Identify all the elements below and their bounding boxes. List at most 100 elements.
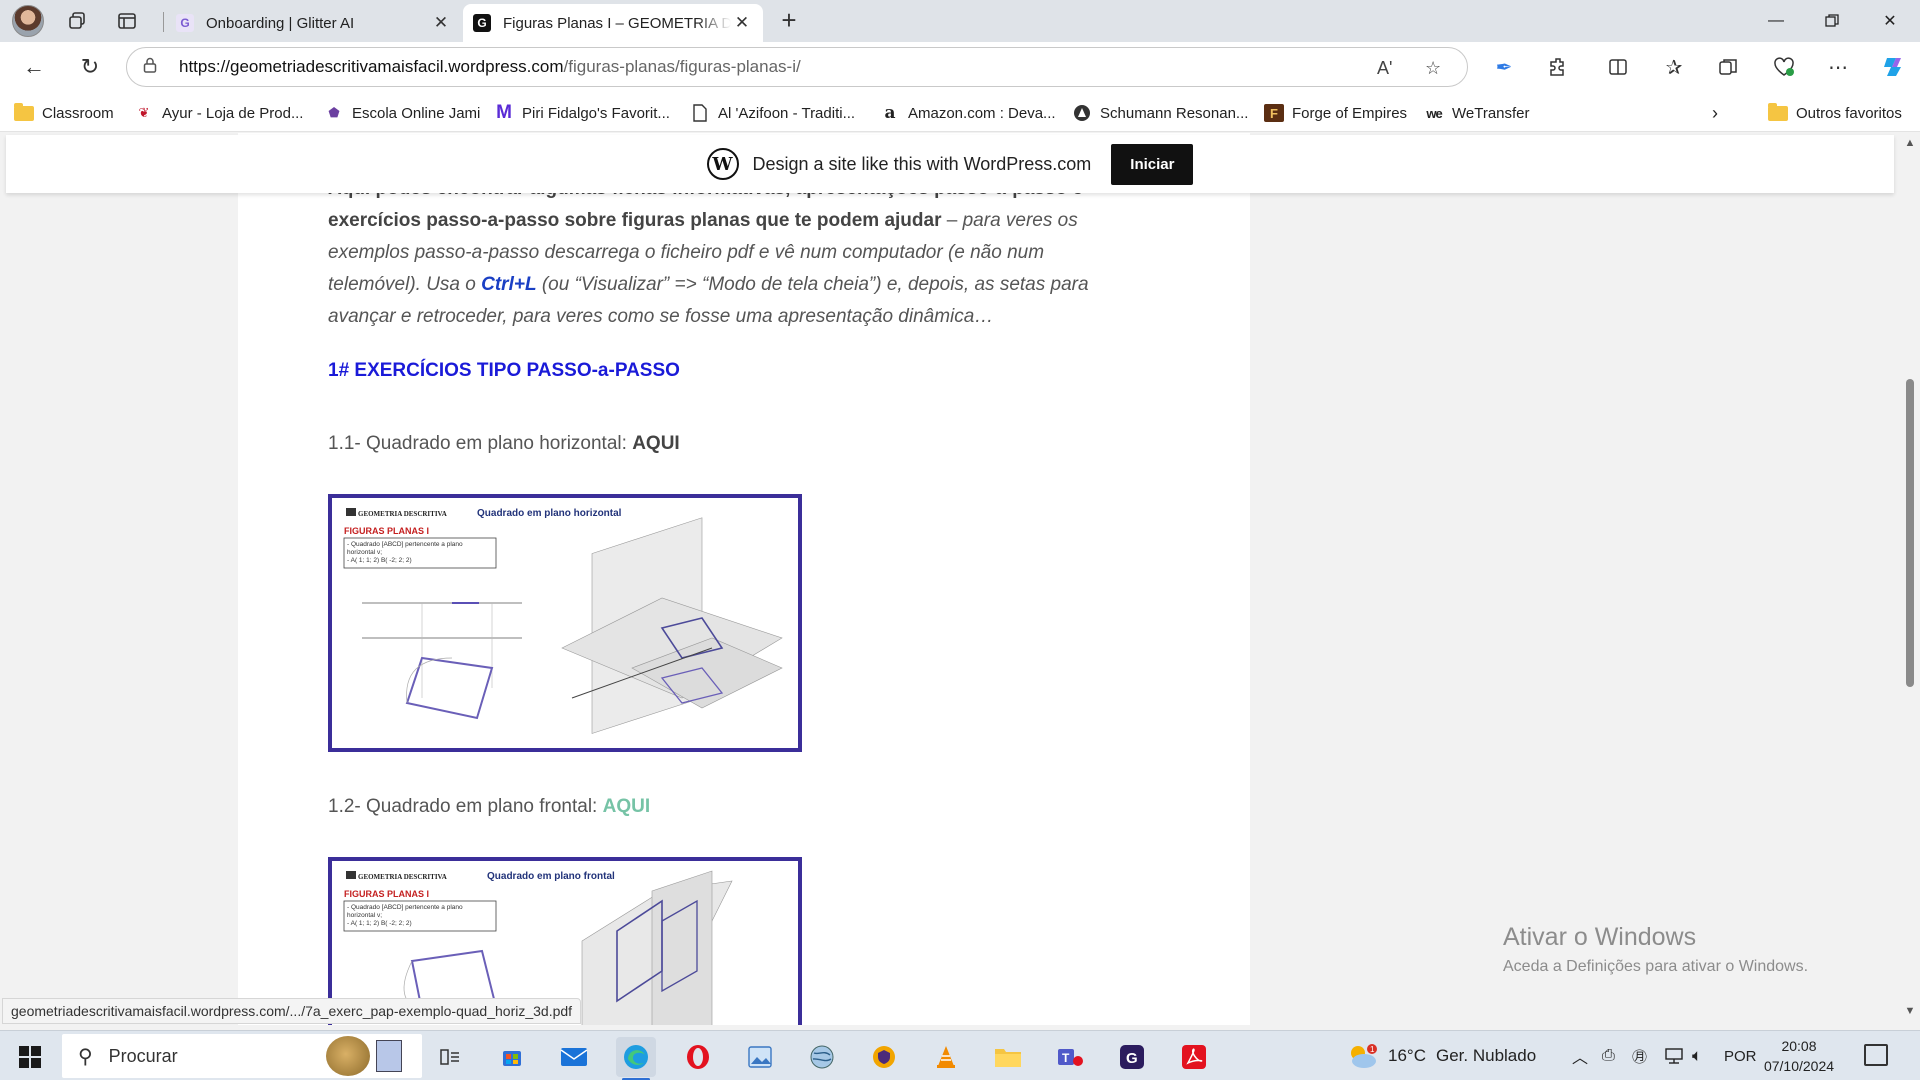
network-icon[interactable] bbox=[1664, 1031, 1684, 1080]
svg-text:horizontal ν;: horizontal ν; bbox=[347, 549, 382, 556]
search-icon: ⚲ bbox=[78, 1045, 93, 1068]
mail-icon[interactable] bbox=[554, 1037, 594, 1077]
wetransfer-icon: we bbox=[1426, 105, 1442, 121]
close-window-button[interactable]: ✕ bbox=[1862, 0, 1918, 42]
taskbar-clock[interactable]: 20:08 07/10/2024 bbox=[1752, 1036, 1846, 1076]
wordpress-promo-text[interactable]: Design a site like this with WordPress.c… bbox=[753, 154, 1092, 175]
address-bar[interactable]: https://geometriadescritivamaisfacil.wor… bbox=[126, 47, 1468, 87]
other-favorites[interactable]: Outros favoritos bbox=[1768, 102, 1902, 124]
security-app-icon[interactable] bbox=[864, 1037, 904, 1077]
meet-now-icon[interactable]: ⎙ bbox=[1602, 1031, 1615, 1080]
scroll-down-arrow-icon[interactable]: ▼ bbox=[1903, 1005, 1917, 1019]
teams-icon[interactable]: T bbox=[1050, 1037, 1090, 1077]
globe-app-icon[interactable] bbox=[802, 1037, 842, 1077]
favorite-piri-fidalgo[interactable]: M Piri Fidalgo's Favorit... bbox=[494, 102, 670, 124]
photos-icon[interactable] bbox=[740, 1037, 780, 1077]
copilot-pen-icon[interactable]: ✒ bbox=[1488, 51, 1520, 83]
page-icon bbox=[690, 104, 710, 122]
favorite-forge-of-empires[interactable]: F Forge of Empires bbox=[1264, 102, 1407, 124]
copilot-icon[interactable] bbox=[1878, 51, 1910, 83]
new-tab-button[interactable]: + bbox=[774, 6, 804, 36]
vlc-icon[interactable] bbox=[926, 1037, 966, 1077]
favorite-classroom[interactable]: Classroom bbox=[14, 102, 114, 124]
wordpress-start-button[interactable]: Iniciar bbox=[1111, 143, 1194, 185]
tab-title: Onboarding | Glitter AI bbox=[206, 14, 355, 32]
back-button[interactable]: ← bbox=[18, 51, 50, 83]
collections-icon[interactable] bbox=[1712, 51, 1744, 83]
article-column: Aqui podes encontrar algumas fichas info… bbox=[238, 133, 1250, 1025]
edge-browser-icon[interactable] bbox=[616, 1037, 656, 1080]
url-path: /figuras-planas/figuras-planas-i/ bbox=[563, 57, 801, 76]
profile-avatar[interactable] bbox=[12, 5, 44, 37]
search-highlight-card-icon bbox=[376, 1040, 402, 1072]
folder-icon bbox=[14, 102, 34, 122]
lock-icon[interactable] bbox=[143, 57, 165, 77]
intro-paragraph: Aqui podes encontrar algumas fichas info… bbox=[328, 178, 1089, 327]
favorite-ayur[interactable]: ❦ Ayur - Loja de Prod... bbox=[134, 102, 304, 124]
tab-actions-icon[interactable] bbox=[112, 6, 142, 36]
thumb-brand: GEOMETRIA DESCRITIVA bbox=[358, 510, 447, 518]
acrobat-reader-icon[interactable] bbox=[1174, 1037, 1214, 1077]
tab-figuras-planas[interactable]: G Figuras Planas I – GEOMETRIA DE ✕ bbox=[463, 4, 763, 42]
file-explorer-icon[interactable] bbox=[988, 1037, 1028, 1077]
favorite-escola-jami[interactable]: ⬟ Escola Online Jami bbox=[324, 102, 480, 124]
restore-button[interactable] bbox=[1804, 0, 1860, 42]
glitter-favicon-icon: G bbox=[176, 14, 194, 32]
close-tab-icon[interactable]: ✕ bbox=[430, 13, 452, 33]
windows-taskbar: ⚲ Procurar T G 1 16°C Ger. Nublado ︿ ⎙ ㊊… bbox=[0, 1030, 1920, 1080]
windows-activation-watermark: Ativar o Windows Aceda a Definições para… bbox=[1503, 923, 1809, 975]
ctrl-l-shortcut: Ctrl+L bbox=[481, 274, 537, 295]
volume-icon[interactable]: 🔈︎ bbox=[1692, 1031, 1702, 1080]
favorite-star-icon[interactable]: ☆ bbox=[1425, 48, 1441, 88]
svg-text:horizontal ν;: horizontal ν; bbox=[347, 912, 382, 919]
favorites-overflow-chevron-icon[interactable]: › bbox=[1712, 102, 1718, 124]
forge-icon: F bbox=[1264, 104, 1284, 122]
close-tab-icon[interactable]: ✕ bbox=[731, 13, 753, 33]
thumbnail-quadrado-horizontal[interactable]: GEOMETRIA DESCRITIVA Quadrado em plano h… bbox=[328, 494, 802, 752]
item-1-2-link[interactable]: AQUI bbox=[603, 796, 651, 817]
piri-m-icon: M bbox=[496, 102, 512, 123]
browser-toolbar: ← ↻ https://geometriadescritivamaisfacil… bbox=[0, 42, 1920, 92]
svg-text:- A( 1; 1; 2) B( -2; 2; 2): - A( 1; 1; 2) B( -2; 2; 2) bbox=[347, 920, 412, 927]
microsoft-store-icon[interactable] bbox=[492, 1037, 532, 1077]
refresh-button[interactable]: ↻ bbox=[74, 51, 106, 83]
input-language-icon[interactable]: ㊊ bbox=[1632, 1031, 1647, 1080]
read-aloud-icon[interactable]: Aʹ bbox=[1377, 48, 1392, 88]
schumann-icon bbox=[1072, 104, 1092, 122]
scroll-up-arrow-icon[interactable]: ▲ bbox=[1903, 137, 1917, 151]
opera-icon[interactable] bbox=[678, 1037, 718, 1077]
start-button[interactable] bbox=[8, 1039, 52, 1075]
workspaces-icon[interactable] bbox=[62, 6, 92, 36]
favorite-schumann[interactable]: Schumann Resonan... bbox=[1072, 102, 1248, 124]
item-1-1-link[interactable]: AQUI bbox=[632, 433, 680, 454]
scroll-thumb[interactable] bbox=[1906, 379, 1914, 687]
notifications-icon[interactable] bbox=[1864, 1044, 1888, 1066]
favorite-al-azifoon[interactable]: Al 'Azifoon - Traditi... bbox=[690, 102, 855, 124]
favorite-amazon[interactable]: a Amazon.com : Deva... bbox=[880, 102, 1055, 124]
ayur-leaf-icon: ❦ bbox=[138, 105, 150, 120]
split-screen-icon[interactable] bbox=[1602, 51, 1634, 83]
page-scrollbar[interactable]: ▲ ▼ bbox=[1900, 133, 1920, 1025]
favorites-icon[interactable]: ✰ bbox=[1658, 51, 1690, 83]
svg-text:- A( 1; 1; 2) B( -2; 2; 2): - A( 1; 1; 2) B( -2; 2; 2) bbox=[347, 557, 412, 564]
thumb-subtitle: FIGURAS PLANAS I bbox=[344, 889, 429, 899]
wordpress-promo-bar: W Design a site like this with WordPress… bbox=[6, 135, 1894, 193]
tab-glitter[interactable]: G Onboarding | Glitter AI ✕ bbox=[166, 4, 462, 42]
show-hidden-icons-chevron-icon[interactable]: ︿ bbox=[1572, 1031, 1588, 1080]
extensions-icon[interactable] bbox=[1542, 51, 1574, 83]
escola-icon: ⬟ bbox=[328, 105, 340, 120]
favorite-wetransfer[interactable]: we WeTransfer bbox=[1424, 102, 1529, 124]
minimize-button[interactable]: — bbox=[1748, 0, 1804, 42]
amazon-icon: a bbox=[884, 103, 896, 123]
item-1-1: 1.1- Quadrado em plano horizontal: AQUI bbox=[328, 433, 680, 454]
partly-cloudy-icon: 1 bbox=[1351, 1044, 1377, 1068]
browser-essentials-icon[interactable] bbox=[1768, 51, 1800, 83]
page-viewport[interactable]: W Design a site like this with WordPress… bbox=[0, 133, 1900, 1025]
glitter-app-icon[interactable]: G bbox=[1112, 1037, 1152, 1077]
task-view-icon[interactable] bbox=[430, 1037, 470, 1077]
weather-widget[interactable]: 1 16°C Ger. Nublado bbox=[1346, 1031, 1536, 1080]
taskbar-search[interactable]: ⚲ Procurar bbox=[62, 1034, 422, 1078]
tab-strip: G Onboarding | Glitter AI ✕ G Figuras Pl… bbox=[0, 0, 1920, 42]
svg-text:T: T bbox=[1062, 1051, 1070, 1065]
more-options-icon[interactable]: ⋯ bbox=[1822, 51, 1854, 83]
